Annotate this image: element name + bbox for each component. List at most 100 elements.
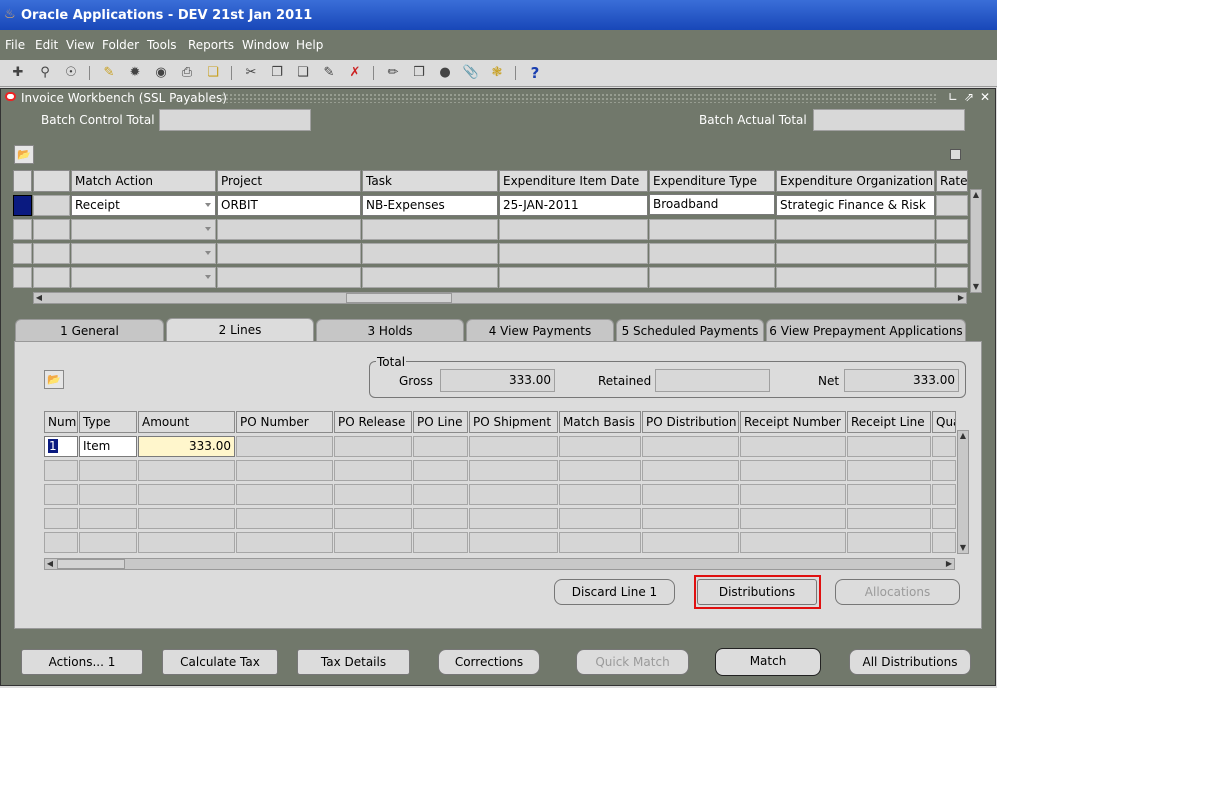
row-selector[interactable] <box>13 219 32 240</box>
rate-field[interactable] <box>936 219 968 240</box>
form-title-bar[interactable]: Invoice Workbench (SSL Payables) ∟ ⇗ ✕ <box>1 89 995 107</box>
rate-field[interactable] <box>936 195 968 216</box>
discard-line-button[interactable]: Discard Line 1 <box>554 579 675 605</box>
switch-responsibility-icon[interactable]: ◉ <box>152 64 170 82</box>
scroll-up-icon[interactable]: ▲ <box>958 431 968 441</box>
expenditure-type-field[interactable] <box>649 243 775 264</box>
retained-field[interactable] <box>655 369 770 392</box>
scroll-down-icon[interactable]: ▼ <box>958 543 968 553</box>
line-type-field[interactable] <box>79 532 137 553</box>
po-shipment-field[interactable] <box>469 532 558 553</box>
project-field[interactable] <box>217 243 361 264</box>
po-number-field[interactable] <box>236 436 333 457</box>
attachments-icon[interactable]: 📎 <box>462 64 480 82</box>
allocations-button[interactable]: Allocations <box>835 579 960 605</box>
find-icon[interactable]: ⚲ <box>36 64 54 82</box>
line-num-field[interactable] <box>44 508 78 529</box>
minimize-icon[interactable]: ∟ <box>946 90 960 104</box>
line-num-field[interactable]: 1 <box>44 436 78 457</box>
all-distributions-button[interactable]: All Distributions <box>849 649 971 675</box>
line-amount-field[interactable]: 333.00 <box>138 436 235 457</box>
tab-scheduled-payments[interactable]: 5 Scheduled Payments <box>616 319 764 343</box>
scroll-left-icon[interactable]: ◀ <box>45 559 55 569</box>
po-release-field[interactable] <box>334 460 412 481</box>
menu-view[interactable]: View <box>66 38 94 52</box>
help-icon[interactable]: ? <box>526 64 544 82</box>
calculate-tax-button[interactable]: Calculate Tax <box>162 649 278 675</box>
row-selector[interactable] <box>13 267 32 288</box>
rate-field[interactable] <box>936 243 968 264</box>
project-field[interactable] <box>217 267 361 288</box>
scroll-down-icon[interactable]: ▼ <box>971 282 981 292</box>
close-form-icon[interactable]: ❏ <box>204 64 222 82</box>
receipt-number-field[interactable] <box>740 436 846 457</box>
menu-window[interactable]: Window <box>242 38 289 52</box>
receipt-number-field[interactable] <box>740 508 846 529</box>
tab-view-prepayment-applications[interactable]: 6 View Prepayment Applications <box>766 319 966 343</box>
line-amount-field[interactable] <box>138 532 235 553</box>
task-field[interactable] <box>362 243 498 264</box>
scroll-thumb[interactable] <box>57 559 125 569</box>
upper-vertical-scrollbar[interactable]: ▲ ▼ <box>970 189 982 293</box>
lines-folder-icon[interactable]: 📂 <box>44 370 64 389</box>
po-shipment-field[interactable] <box>469 460 558 481</box>
close-icon[interactable]: ✕ <box>978 90 992 104</box>
net-field[interactable]: 333.00 <box>844 369 959 392</box>
row-selector-current[interactable] <box>13 195 32 216</box>
scroll-right-icon[interactable]: ▶ <box>956 293 966 303</box>
expenditure-item-date-field[interactable] <box>499 267 648 288</box>
paste-icon[interactable]: ❑ <box>294 64 312 82</box>
scroll-right-icon[interactable]: ▶ <box>944 559 954 569</box>
match-action-select[interactable] <box>71 243 216 264</box>
line-type-field[interactable] <box>79 460 137 481</box>
new-icon[interactable]: ✚ <box>9 64 27 82</box>
menu-folder[interactable]: Folder <box>102 38 139 52</box>
expenditure-item-date-field[interactable] <box>499 219 648 240</box>
quantity-field[interactable] <box>932 484 956 505</box>
corrections-button[interactable]: Corrections <box>438 649 540 675</box>
tab-view-payments[interactable]: 4 View Payments <box>466 319 614 343</box>
clear-record-icon[interactable]: ✎ <box>320 64 338 82</box>
batch-control-total-field[interactable] <box>159 109 311 131</box>
maximize-icon[interactable]: ⇗ <box>962 90 976 104</box>
po-release-field[interactable] <box>334 484 412 505</box>
po-number-field[interactable] <box>236 484 333 505</box>
expenditure-organization-field[interactable] <box>776 267 935 288</box>
project-field[interactable]: ORBIT <box>217 195 361 216</box>
quantity-field[interactable] <box>932 508 956 529</box>
expenditure-item-date-field[interactable] <box>499 243 648 264</box>
line-type-field[interactable] <box>79 484 137 505</box>
match-action-select[interactable] <box>71 267 216 288</box>
po-distribution-field[interactable] <box>642 460 739 481</box>
task-field[interactable]: NB-Expenses <box>362 195 498 216</box>
po-shipment-field[interactable] <box>469 508 558 529</box>
line-type-field[interactable] <box>79 508 137 529</box>
receipt-line-field[interactable] <box>847 484 931 505</box>
print-icon[interactable]: ⎙ <box>178 64 196 82</box>
rate-field[interactable] <box>936 267 968 288</box>
lines-vertical-scrollbar[interactable]: ▲ ▼ <box>957 430 969 554</box>
quantity-field[interactable] <box>932 532 956 553</box>
expenditure-type-field[interactable] <box>649 219 775 240</box>
po-distribution-field[interactable] <box>642 436 739 457</box>
receipt-line-field[interactable] <box>847 460 931 481</box>
line-amount-field[interactable] <box>138 508 235 529</box>
delete-record-icon[interactable]: ✗ <box>346 64 364 82</box>
line-num-field[interactable] <box>44 532 78 553</box>
po-line-field[interactable] <box>413 484 468 505</box>
line-amount-field[interactable] <box>138 460 235 481</box>
po-shipment-field[interactable] <box>469 436 558 457</box>
scroll-thumb[interactable] <box>346 293 452 303</box>
po-line-field[interactable] <box>413 508 468 529</box>
match-basis-field[interactable] <box>559 508 641 529</box>
receipt-line-field[interactable] <box>847 508 931 529</box>
receipt-line-field[interactable] <box>847 532 931 553</box>
po-number-field[interactable] <box>236 460 333 481</box>
po-number-field[interactable] <box>236 508 333 529</box>
expenditure-organization-field[interactable] <box>776 219 935 240</box>
po-release-field[interactable] <box>334 532 412 553</box>
po-distribution-field[interactable] <box>642 508 739 529</box>
folder-tools-icon[interactable]: ❃ <box>488 64 506 82</box>
edit-field-icon[interactable]: ✏ <box>384 64 402 82</box>
task-field[interactable] <box>362 267 498 288</box>
